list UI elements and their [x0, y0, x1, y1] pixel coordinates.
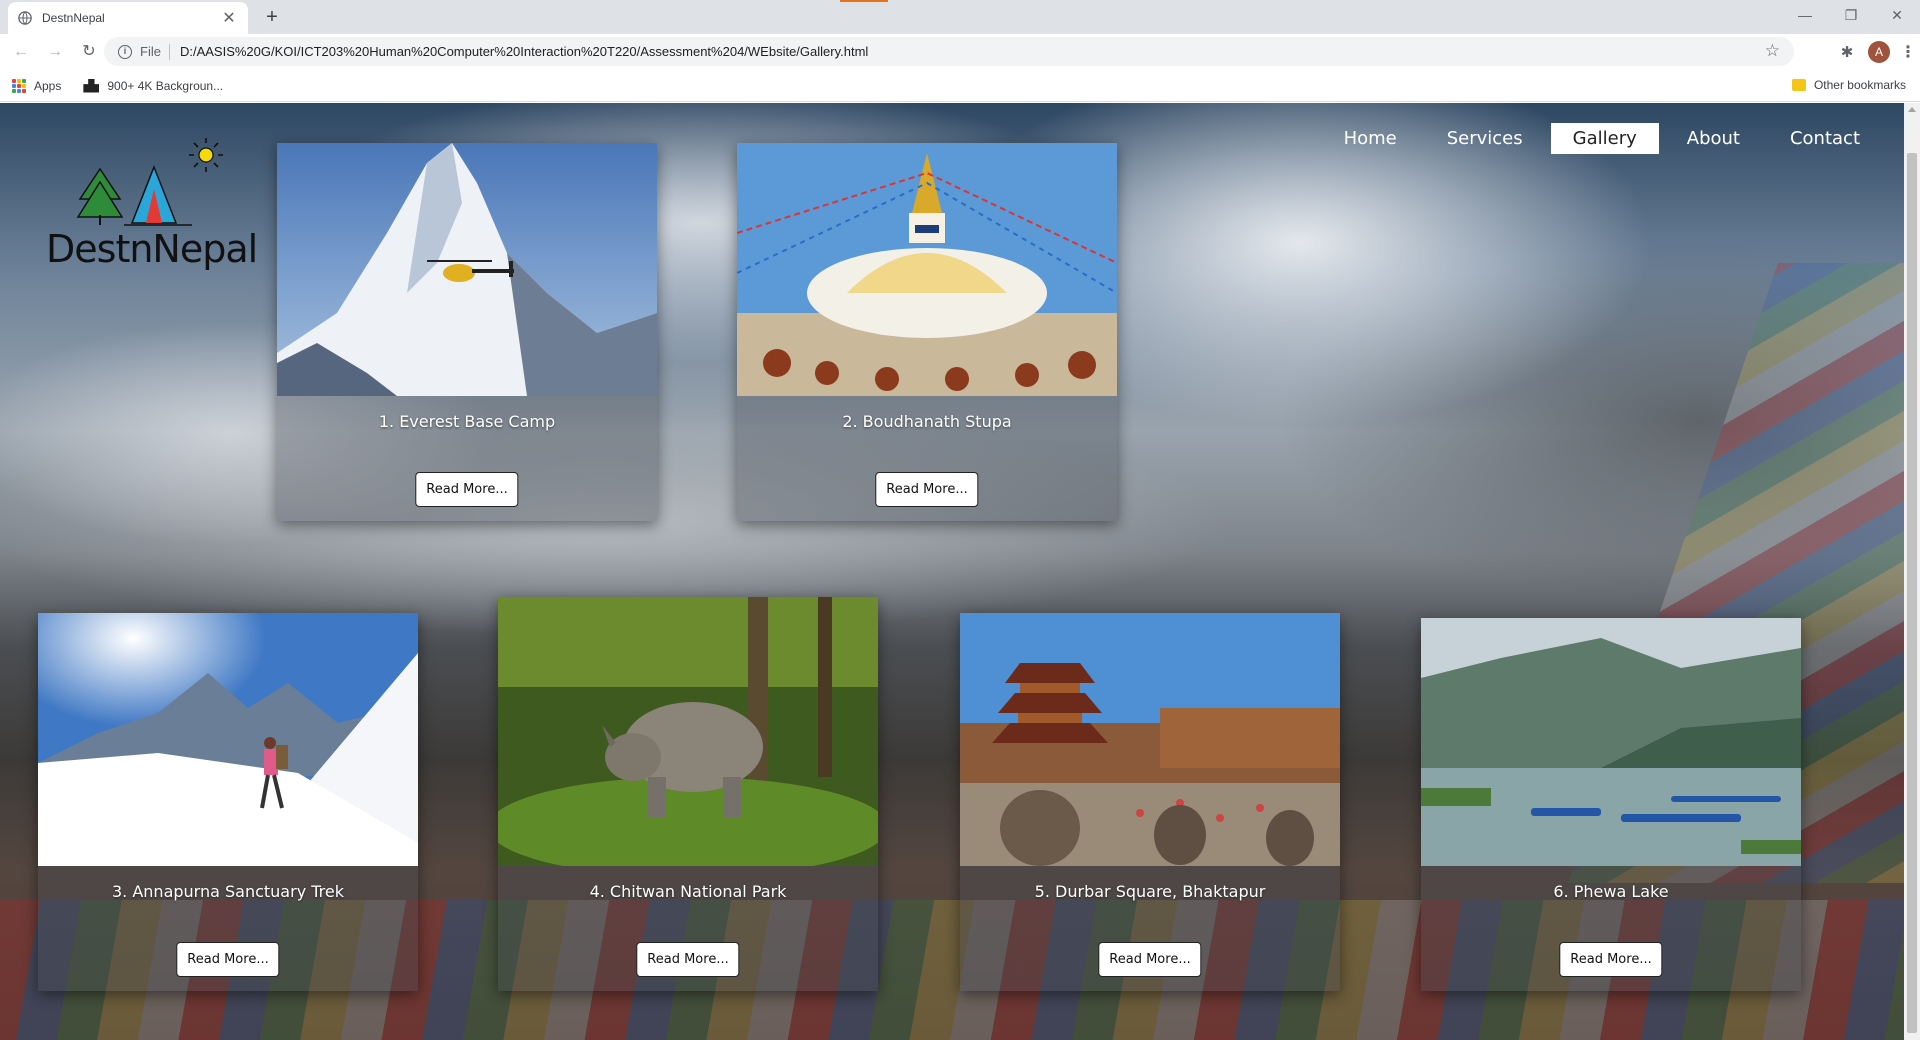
read-more-button[interactable]: Read More...	[415, 472, 519, 507]
card-title: 6. Phewa Lake	[1553, 882, 1669, 901]
nav-about[interactable]: About	[1665, 123, 1762, 154]
forward-arrow-icon[interactable]: →	[42, 39, 68, 65]
info-icon[interactable]: i	[118, 44, 132, 59]
media-indicator	[840, 0, 888, 2]
nav-services[interactable]: Services	[1425, 123, 1545, 154]
toolbar-actions: ✱ A ⋮	[1832, 34, 1920, 70]
browser-tabstrip: DestnNepal ✕ + — ❐ ✕	[0, 0, 1920, 34]
read-more-button[interactable]: Read More...	[875, 472, 979, 507]
tent-icon	[124, 164, 192, 226]
nav-contact[interactable]: Contact	[1768, 123, 1882, 154]
url-scheme: File	[140, 44, 161, 59]
kebab-menu-icon[interactable]: ⋮	[1896, 42, 1920, 62]
extensions-puzzle-icon[interactable]: ✱	[1832, 43, 1862, 61]
bookmark-apps[interactable]: Apps	[12, 78, 62, 93]
browser-tab[interactable]: DestnNepal ✕	[8, 2, 248, 34]
reload-icon[interactable]: ↻	[76, 39, 102, 65]
apps-grid-icon	[12, 78, 26, 93]
everest-photo	[277, 143, 657, 396]
window-close-icon[interactable]: ✕	[1874, 0, 1920, 30]
gallery-card: 3. Annapurna Sanctuary Trek Read More...	[38, 613, 418, 991]
nav-home[interactable]: Home	[1322, 123, 1419, 154]
minimize-icon[interactable]: —	[1782, 0, 1828, 30]
site-favicon-icon	[83, 78, 100, 93]
site-logo[interactable]: DestnNepal	[42, 127, 258, 277]
gallery-card: 6. Phewa Lake Read More...	[1421, 618, 1801, 991]
bookmark-item-label: 900+ 4K Backgroun...	[107, 78, 224, 93]
site-nav: Home Services Gallery About Contact	[1322, 123, 1882, 154]
read-more-button[interactable]: Read More...	[636, 942, 740, 977]
bookmark-star-icon[interactable]: ☆	[1765, 41, 1780, 61]
tree-icon	[76, 167, 124, 225]
window-controls: — ❐ ✕	[1782, 0, 1920, 30]
gallery-card: 4. Chitwan National Park Read More...	[498, 597, 878, 991]
page-scrollbar[interactable]	[1904, 103, 1920, 1040]
card-title: 4. Chitwan National Park	[589, 882, 787, 901]
phewa-lake-photo	[1421, 618, 1801, 866]
logo-graphic-icon	[76, 138, 223, 226]
durbar-square-photo	[960, 613, 1340, 866]
gallery-card: 2. Boudhanath Stupa Read More...	[737, 143, 1117, 521]
boudhanath-photo	[737, 143, 1117, 396]
profile-avatar[interactable]: A	[1868, 41, 1890, 63]
card-title: 1. Everest Base Camp	[378, 412, 556, 431]
card-title: 3. Annapurna Sanctuary Trek	[111, 882, 344, 901]
scroll-up-icon[interactable]	[1908, 107, 1916, 112]
restore-icon[interactable]: ❐	[1828, 0, 1874, 30]
other-bookmarks-label: Other bookmarks	[1813, 78, 1906, 92]
scrollbar-thumb[interactable]	[1907, 153, 1917, 1033]
logo-text: DestnNepal	[46, 227, 258, 271]
address-bar[interactable]: i File D:/AASIS%20G/KOI/ICT203%20Human%2…	[104, 37, 1794, 66]
sun-icon	[189, 138, 223, 172]
read-more-button[interactable]: Read More...	[176, 942, 280, 977]
bookmark-apps-label: Apps	[34, 78, 62, 93]
gallery-card: 5. Durbar Square, Bhaktapur Read More...	[960, 613, 1340, 991]
tab-title: DestnNepal	[42, 11, 105, 25]
url-separator	[168, 43, 170, 60]
nav-gallery[interactable]: Gallery	[1550, 123, 1659, 154]
folder-icon	[1791, 79, 1806, 91]
globe-icon	[18, 11, 32, 25]
read-more-button[interactable]: Read More...	[1098, 942, 1202, 977]
chitwan-photo	[498, 597, 878, 866]
tab-close-icon[interactable]: ✕	[220, 8, 238, 28]
new-tab-icon[interactable]: +	[258, 4, 286, 32]
page-viewport: DestnNepal Home Services Gallery About C…	[0, 103, 1904, 1040]
card-title: 2. Boudhanath Stupa	[842, 412, 1012, 431]
browser-toolbar: ← → ↻ i File D:/AASIS%20G/KOI/ICT203%20H…	[0, 34, 1920, 70]
url-text[interactable]: D:/AASIS%20G/KOI/ICT203%20Human%20Comput…	[180, 44, 868, 59]
back-arrow-icon[interactable]: ←	[8, 39, 34, 65]
bookmarks-bar: Apps 900+ 4K Backgroun... Other bookmark…	[0, 70, 1920, 102]
annapurna-photo	[38, 613, 418, 866]
other-bookmarks[interactable]: Other bookmarks	[1791, 78, 1906, 92]
read-more-button[interactable]: Read More...	[1559, 942, 1663, 977]
bookmark-item[interactable]: 900+ 4K Backgroun...	[83, 78, 224, 93]
card-title: 5. Durbar Square, Bhaktapur	[1034, 882, 1266, 901]
gallery-card: 1. Everest Base Camp Read More...	[277, 143, 657, 521]
